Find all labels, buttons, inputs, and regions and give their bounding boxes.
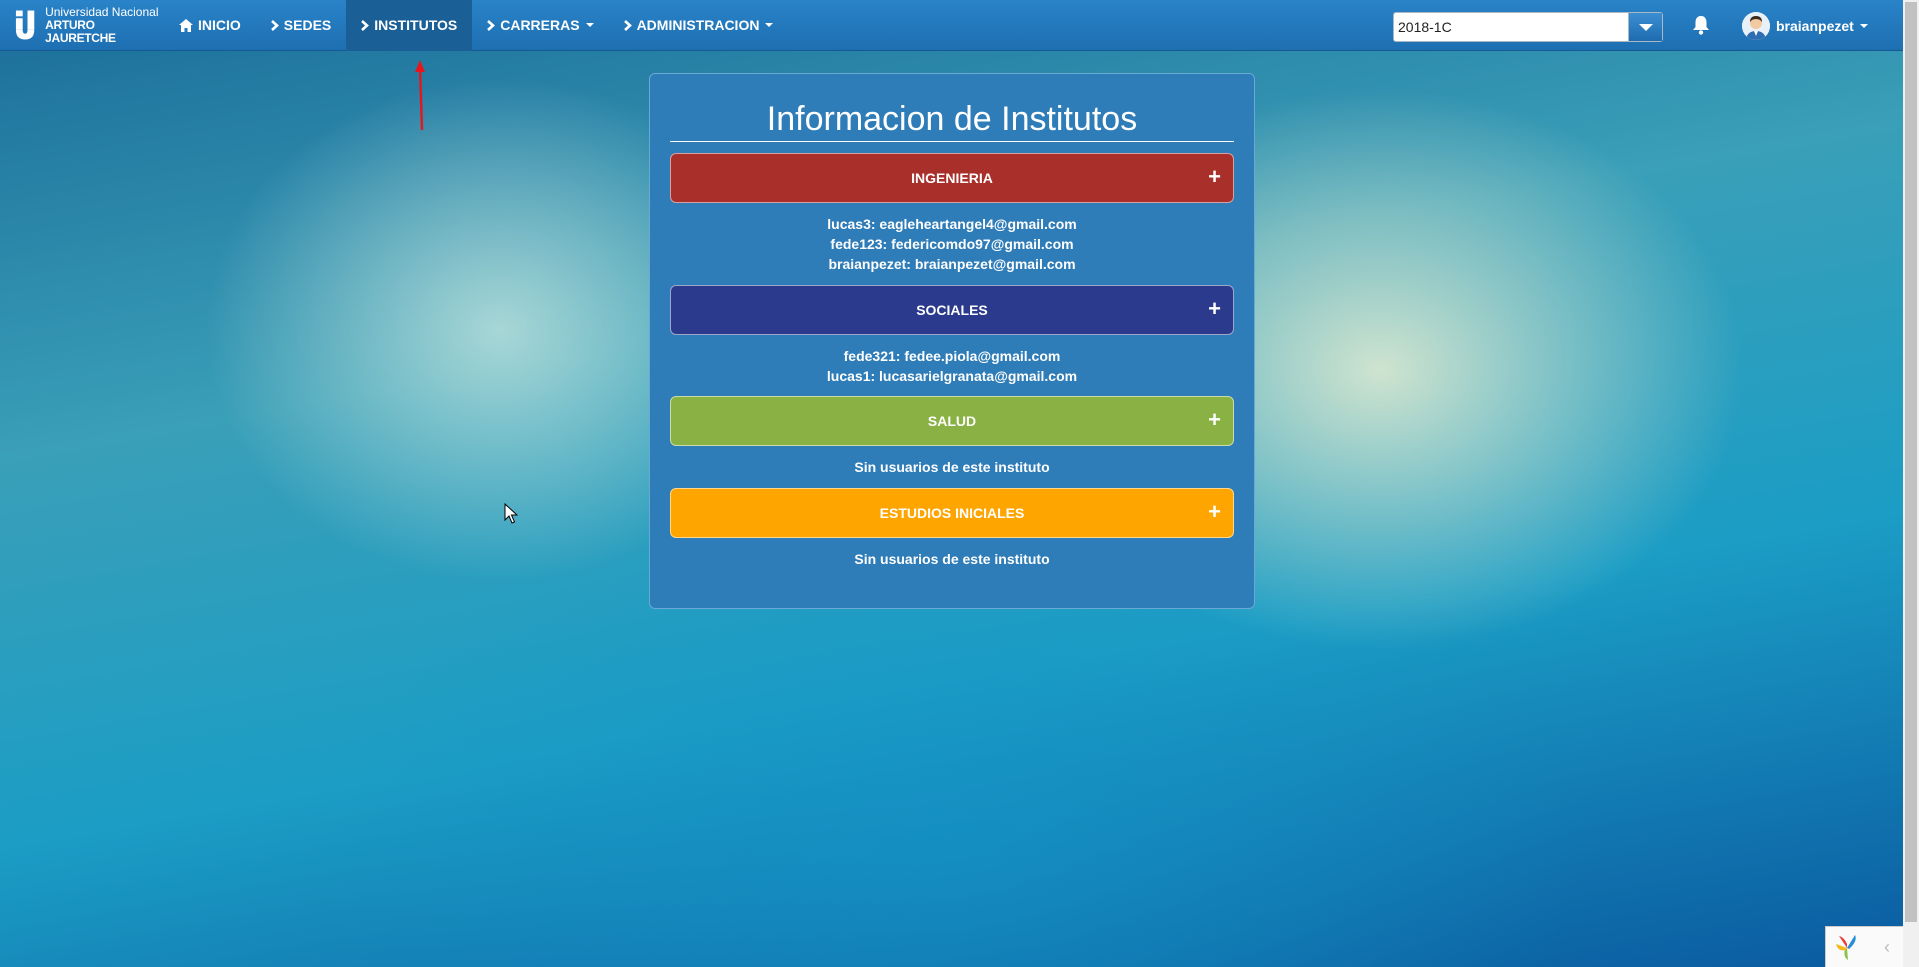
plus-icon[interactable]: + [1208, 298, 1221, 320]
mouse-cursor-icon [504, 503, 518, 524]
nav-item-administracion[interactable]: ADMINISTRACION [609, 0, 789, 51]
nav-item-sedes[interactable]: SEDES [256, 0, 346, 51]
avatar [1742, 12, 1770, 40]
caret-down-icon [1859, 24, 1868, 28]
nav-item-label: SEDES [283, 17, 332, 33]
plus-icon[interactable]: + [1208, 166, 1221, 188]
caret-down-icon [585, 23, 594, 27]
chevron-right-icon [623, 19, 632, 31]
list-item: fede321: fedee.piola@gmail.com [843, 348, 1061, 364]
institute-name: ESTUDIOS INICIALES [879, 505, 1025, 521]
institute-bar-sociales[interactable]: SOCIALES + [670, 285, 1234, 335]
chevron-right-icon [270, 19, 279, 31]
caret-down-icon [1638, 23, 1653, 31]
page-scrollbar-thumb[interactable] [1905, 2, 1917, 922]
institute-name: SALUD [927, 413, 977, 429]
institute-bar-salud[interactable]: SALUD + [670, 396, 1234, 446]
nav-item-label: CARRERAS [500, 17, 580, 33]
chevron-left-icon: ‹ [1884, 936, 1890, 957]
home-icon [179, 18, 193, 32]
nav-item-inicio[interactable]: INICIO [164, 0, 256, 51]
institute-empty-estudios-iniciales: Sin usuarios de este instituto [670, 549, 1234, 569]
user-menu[interactable]: braianpezet [1742, 12, 1868, 40]
plus-icon[interactable]: + [1208, 409, 1221, 431]
institute-bar-estudios-iniciales[interactable]: ESTUDIOS INICIALES + [670, 488, 1234, 538]
institute-users-ingenieria: lucas3: eagleheartangel4@gmail.com fede1… [670, 214, 1234, 274]
top-navbar: Universidad Nacional ARTURO JAURETCHE IN… [0, 0, 1903, 51]
user-name: braianpezet [1776, 18, 1854, 34]
nav-item-label: INSTITUTOS [374, 17, 458, 33]
institute-empty-salud: Sin usuarios de este instituto [670, 457, 1234, 477]
institute-users-sociales: fede321: fedee.piola@gmail.com lucas1: l… [670, 346, 1234, 386]
debug-toolbar-toggle[interactable]: ‹ [1825, 926, 1903, 967]
chevron-right-icon [361, 19, 370, 31]
list-item: lucas1: lucasarielgranata@gmail.com [826, 368, 1078, 384]
list-item: lucas3: eagleheartangel4@gmail.com [827, 216, 1077, 232]
period-select[interactable]: 2018-1C [1393, 12, 1663, 42]
nav-item-label: ADMINISTRACION [636, 17, 760, 33]
logo-line1: Universidad Nacional [45, 4, 159, 19]
logo-mark-icon [15, 10, 35, 40]
empty-message: Sin usuarios de este instituto [854, 551, 1050, 567]
page-title: Informacion de Institutos [766, 100, 1138, 138]
framework-logo-icon [1836, 935, 1856, 960]
period-dropdown-button[interactable] [1628, 13, 1662, 41]
list-item: braianpezet: braianpezet@gmail.com [828, 256, 1076, 272]
plus-icon[interactable]: + [1208, 501, 1221, 523]
annotation-arrow-icon [415, 60, 425, 131]
nav-item-carreras[interactable]: CARRERAS [472, 0, 608, 51]
bell-icon[interactable] [1692, 15, 1710, 40]
title-divider [670, 141, 1234, 142]
list-item: fede123: federicomdo97@gmail.com [830, 236, 1074, 252]
nav-item-label: INICIO [198, 17, 241, 33]
chevron-right-icon [487, 19, 496, 31]
university-logo[interactable]: Universidad Nacional ARTURO JAURETCHE [14, 4, 164, 45]
institute-bar-ingenieria[interactable]: INGENIERIA + [670, 153, 1234, 203]
institute-name: INGENIERIA [911, 170, 993, 186]
logo-line2: ARTURO JAURETCHE [45, 17, 116, 45]
caret-down-icon [765, 23, 774, 27]
period-select-value: 2018-1C [1398, 19, 1452, 35]
institute-name: SOCIALES [916, 302, 988, 318]
empty-message: Sin usuarios de este instituto [854, 459, 1050, 475]
nav-item-institutos[interactable]: INSTITUTOS [346, 0, 473, 51]
institutes-panel: Informacion de Institutos INGENIERIA + l… [649, 73, 1255, 609]
